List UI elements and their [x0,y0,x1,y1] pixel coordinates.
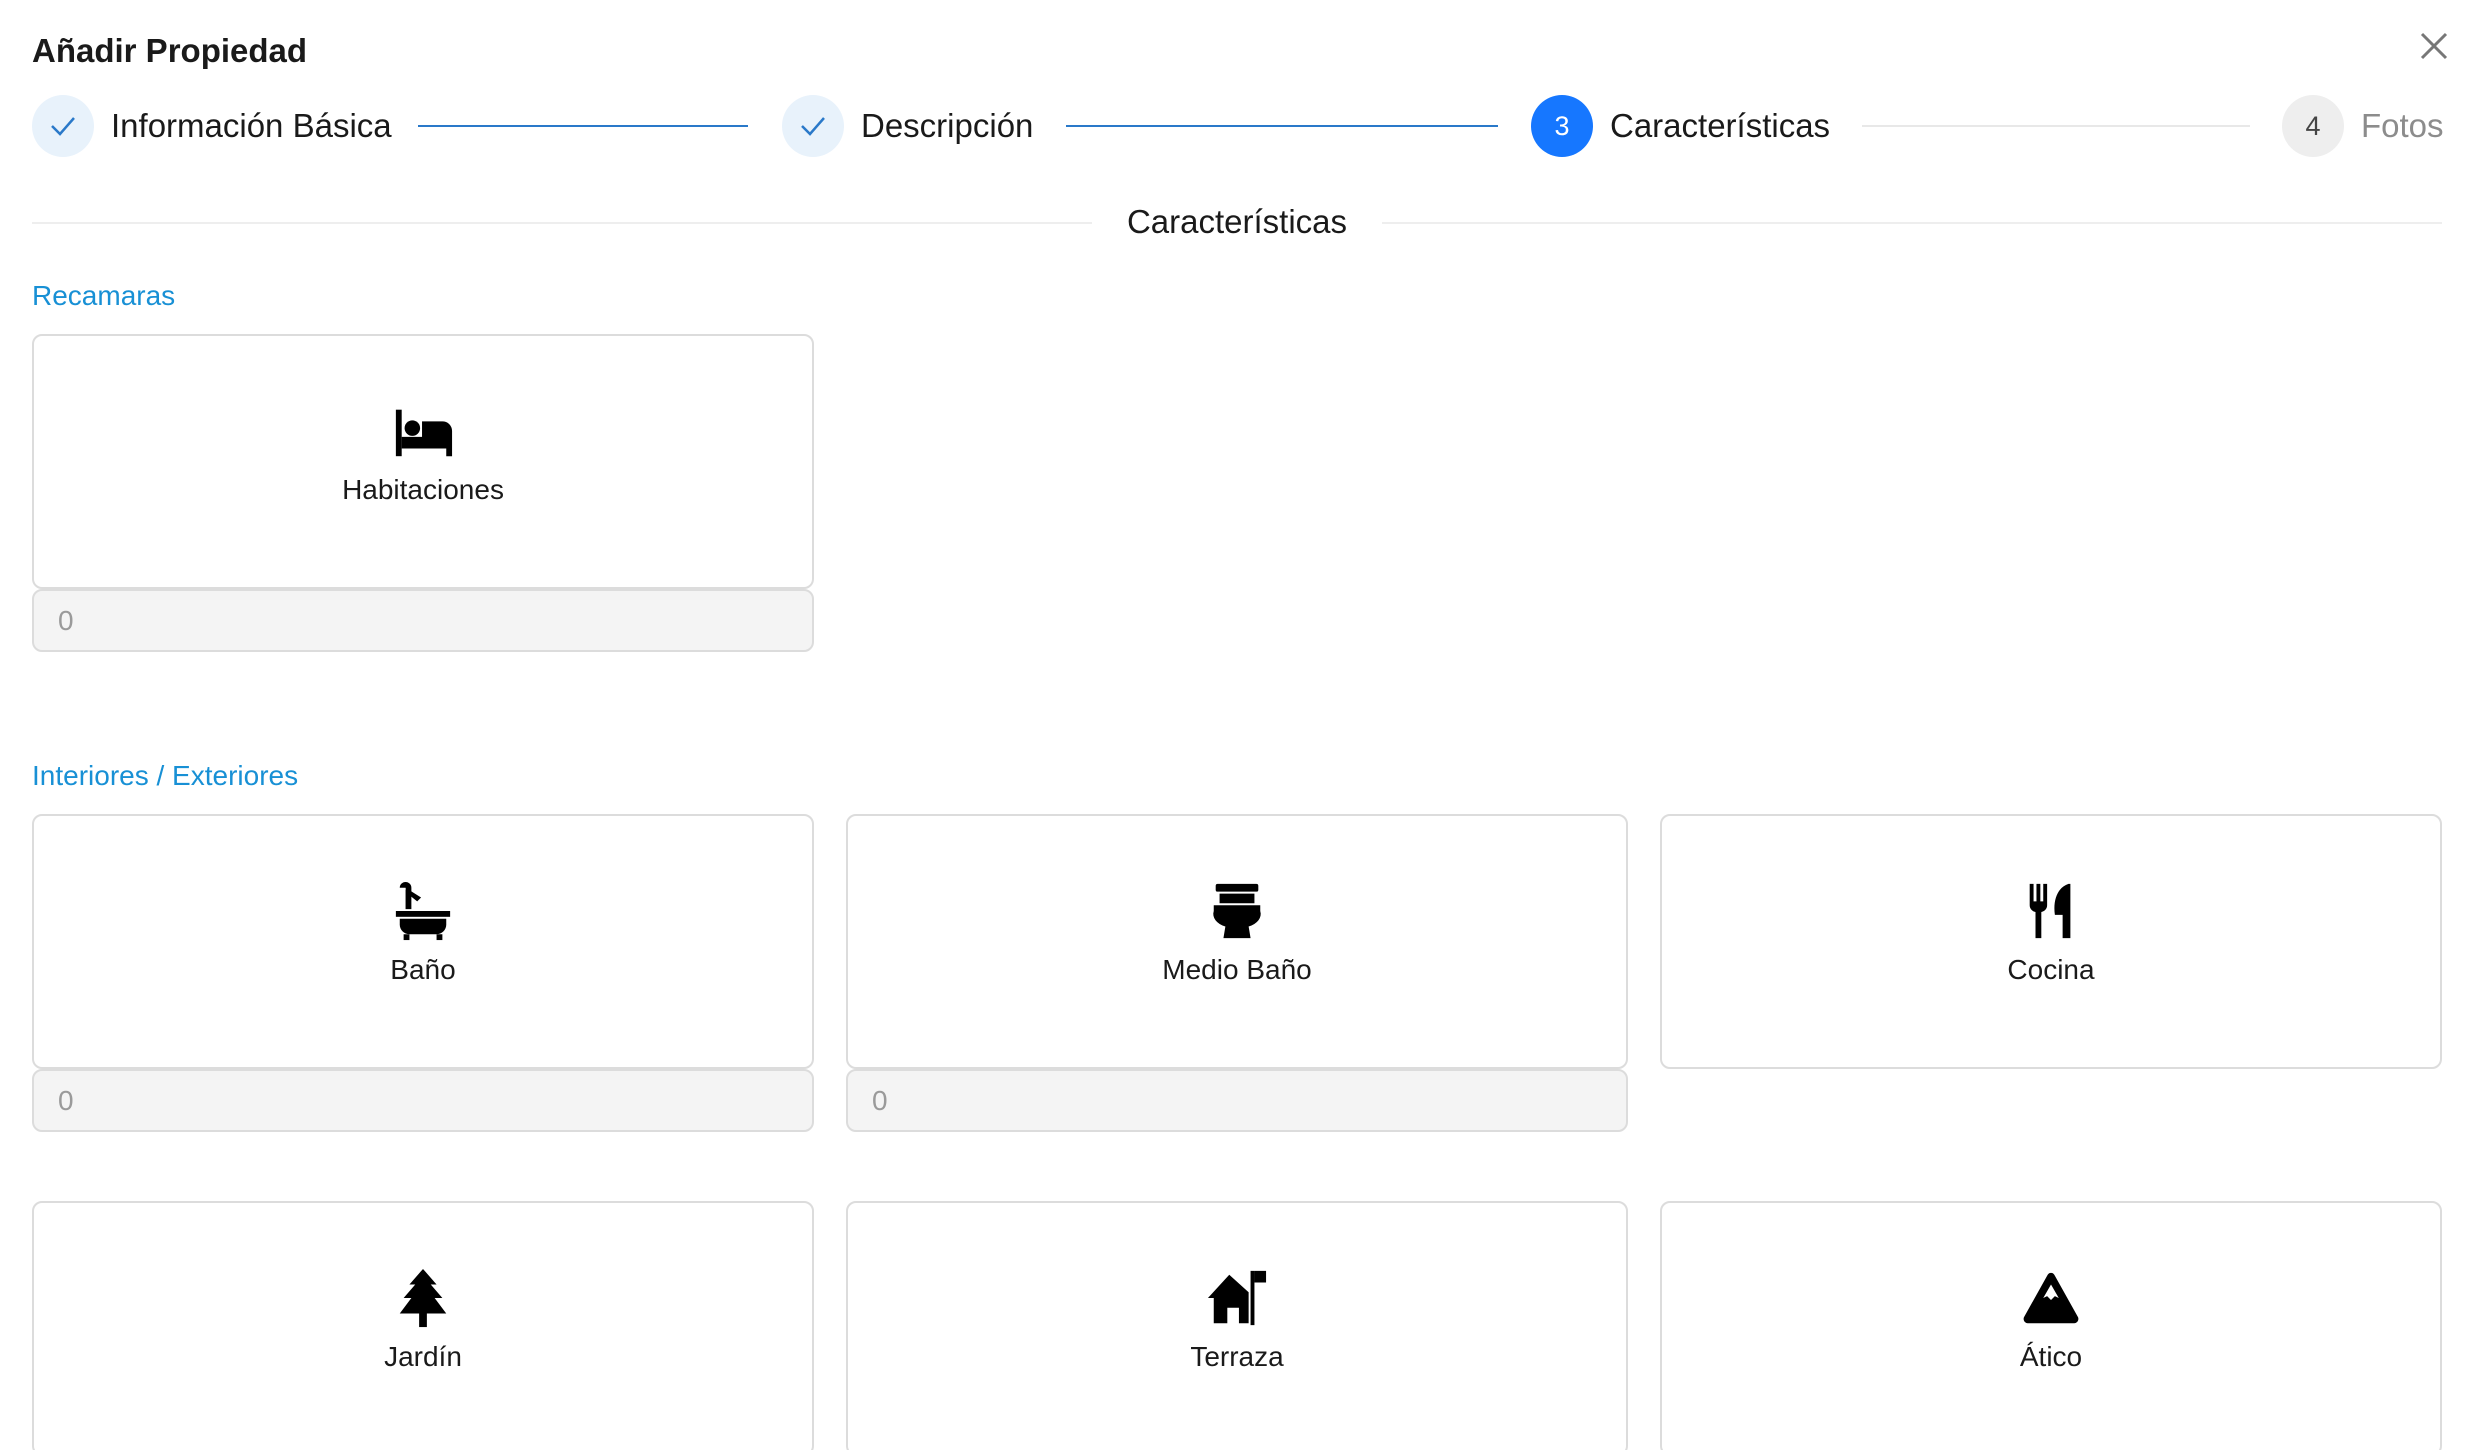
step-fotos[interactable]: 4 Fotos [2282,95,2444,157]
feature-card-medio-bano[interactable]: Medio Baño [846,814,1628,1069]
step-done-circle [32,95,94,157]
feature-card-atico[interactable]: Ático [1660,1201,2442,1450]
card-label: Cocina [2007,954,2095,985]
close-button[interactable] [2414,26,2454,66]
card-label: Baño [390,954,456,985]
bano-count-input[interactable] [32,1069,814,1132]
feature-card-terraza[interactable]: Terraza [846,1201,1628,1450]
step-number: 4 [2282,95,2344,157]
step-label: Características [1610,107,1831,144]
step-informacion-basica[interactable]: Información Básica [32,95,392,157]
card-label: Terraza [1190,1341,1284,1372]
habitaciones-count-input[interactable] [32,589,814,652]
step-label: Información Básica [111,107,392,144]
feature-card-habitaciones[interactable]: Habitaciones [32,334,814,589]
card-label: Habitaciones [342,474,504,505]
bed-icon [392,400,454,462]
step-descripcion[interactable]: Descripción [782,95,1033,157]
feature-card-bano[interactable]: Baño [32,814,814,1069]
divider-line [1382,222,2442,224]
group-label-recamaras: Recamaras [32,280,176,311]
step-connector [418,125,748,127]
check-icon [51,117,75,136]
group-label-interiores: Interiores / Exteriores [32,760,299,791]
step-label: Descripción [861,107,1034,144]
mountain-icon [2020,1267,2082,1329]
feature-card-cocina[interactable]: Cocina [1660,814,2442,1069]
section-title: Características [1126,203,1348,240]
card-label: Medio Baño [1162,954,1312,985]
feature-card-jardin[interactable]: Jardín [32,1201,814,1450]
step-connector [1066,125,1498,127]
bath-icon [392,880,454,942]
close-icon [2420,32,2448,60]
house-flag-icon [1206,1267,1268,1329]
step-caracteristicas[interactable]: 3 Características [1531,95,1830,157]
step-number: 3 [1531,95,1593,157]
tree-icon [392,1267,454,1329]
divider-line [32,222,1092,224]
medio-bano-count-input[interactable] [846,1069,1628,1132]
step-connector [1862,125,2250,127]
toilet-icon [1206,880,1268,942]
utensils-icon [2020,880,2082,942]
step-done-circle [782,95,844,157]
card-label: Jardín [384,1341,462,1372]
modal-title: Añadir Propiedad [32,32,308,69]
check-icon [801,117,825,136]
card-label: Ático [2019,1341,2083,1372]
step-label: Fotos [2361,107,2444,144]
